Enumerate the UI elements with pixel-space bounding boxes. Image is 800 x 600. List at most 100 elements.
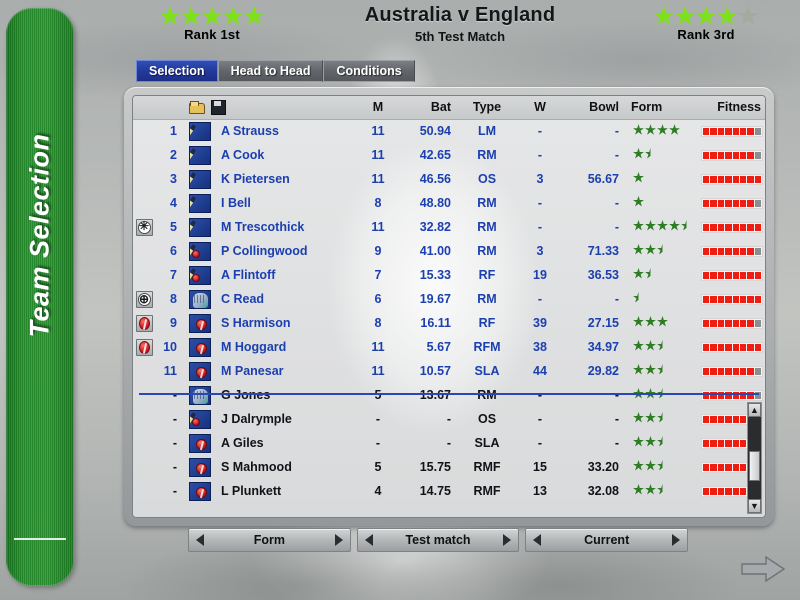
fitness-bar xyxy=(701,317,763,329)
col-bowling-average-header[interactable]: Bowl xyxy=(565,96,627,120)
right-arrow-icon[interactable] xyxy=(740,554,786,584)
table-row[interactable]: 6 P Collingwood 9 41.00 RM 3 71.33 xyxy=(133,239,765,263)
col-batting-average-header[interactable]: Bat xyxy=(399,96,459,120)
fitness-segment xyxy=(754,271,761,279)
fitness-segment xyxy=(725,223,732,231)
player-number: - xyxy=(172,460,177,474)
selector-current-label: Current xyxy=(584,533,630,547)
table-row[interactable]: - L Plunkett 4 14.75 RMF 13 32.08 xyxy=(133,479,765,503)
player-role-icon-bowler[interactable] xyxy=(183,479,217,503)
scroll-up-button[interactable]: ▲ xyxy=(748,403,761,417)
form-star-half xyxy=(657,484,668,495)
player-type: RM xyxy=(477,244,497,258)
fitness-segment xyxy=(717,271,725,279)
table-row[interactable]: - A Giles - - SLA - - xyxy=(133,431,765,455)
fitness-segment xyxy=(732,247,739,255)
fitness-bar xyxy=(701,389,763,401)
col-wickets-header[interactable]: W xyxy=(515,96,565,120)
fitness-bar xyxy=(701,293,763,305)
player-role-icon-bowler[interactable] xyxy=(183,335,217,359)
player-role-icon-allrounder[interactable] xyxy=(183,407,217,431)
player-role-icon-keeper[interactable] xyxy=(183,383,217,407)
scroll-down-button[interactable]: ▼ xyxy=(748,499,761,513)
table-row[interactable]: - S Mahmood 5 15.75 RMF 15 33.20 xyxy=(133,455,765,479)
fitness-segment xyxy=(739,199,747,207)
tab-conditions[interactable]: Conditions xyxy=(323,60,415,82)
form-star-full xyxy=(645,412,656,423)
scrollbar-thumb[interactable] xyxy=(749,451,760,481)
player-role-icon-bowler[interactable] xyxy=(183,359,217,383)
player-matches: 8 xyxy=(374,316,382,330)
table-row[interactable]: 8 C Read 6 19.67 RM - - xyxy=(133,287,765,311)
fitness-segment xyxy=(747,367,754,375)
table-row[interactable]: 5 M Trescothick 11 32.82 RM - - xyxy=(133,215,765,239)
fitness-segment xyxy=(703,127,710,135)
tab-head-to-head[interactable]: Head to Head xyxy=(217,60,324,82)
table-row[interactable]: 10 M Hoggard 11 5.67 RFM 38 34.97 xyxy=(133,335,765,359)
player-form-rating xyxy=(627,143,695,167)
player-role-icon-batsman[interactable] xyxy=(183,167,217,191)
fitness-segment xyxy=(717,175,725,183)
fitness-segment xyxy=(747,151,754,159)
table-row[interactable]: 1 A Strauss 11 50.94 LM - - xyxy=(133,119,765,143)
fitness-segment xyxy=(739,439,747,447)
fitness-bar xyxy=(701,269,763,281)
player-bowling-average: - xyxy=(614,436,619,450)
fitness-segment xyxy=(725,319,732,327)
fitness-segment xyxy=(710,271,717,279)
fitness-segment xyxy=(710,367,717,375)
table-row[interactable]: - G Jones 5 13.67 RM - - xyxy=(133,383,765,407)
home-team-star-filled xyxy=(201,6,223,25)
table-row[interactable]: 7 A Flintoff 7 15.33 RF 19 36.53 xyxy=(133,263,765,287)
selector-form-next-button[interactable] xyxy=(334,534,343,546)
player-role-icon-bowler[interactable] xyxy=(183,311,217,335)
table-row[interactable]: 3 K Pietersen 11 46.56 OS 3 56.67 xyxy=(133,167,765,191)
table-row[interactable]: - J Dalrymple - - OS - - xyxy=(133,407,765,431)
fitness-segment xyxy=(717,199,725,207)
selector-current-next-button[interactable] xyxy=(672,534,681,546)
player-fitness xyxy=(695,167,765,191)
col-form-header[interactable]: Form xyxy=(627,96,695,120)
selector-test-match-prev-button[interactable] xyxy=(364,534,373,546)
player-role-icon-bowler[interactable] xyxy=(183,455,217,479)
col-matches-header[interactable]: M xyxy=(357,96,399,120)
player-role-icon-batsman[interactable] xyxy=(183,119,217,143)
col-type-header[interactable]: Type xyxy=(459,96,515,120)
selector-current-prev-button[interactable] xyxy=(533,534,542,546)
fitness-segment xyxy=(725,487,732,495)
table-row[interactable]: 9 S Harmison 8 16.11 RF 39 27.15 xyxy=(133,311,765,335)
fitness-segment xyxy=(717,367,725,375)
away-team-rank-label: Rank 3rd xyxy=(677,27,735,42)
player-role-icon-allrounder[interactable] xyxy=(183,239,217,263)
selector-test-match-next-button[interactable] xyxy=(503,534,512,546)
player-role-icon-batsman[interactable] xyxy=(183,143,217,167)
floppy-disk-icon[interactable] xyxy=(211,100,226,116)
player-wickets: 38 xyxy=(533,340,547,354)
player-name: A Giles xyxy=(221,436,264,450)
player-role-icon-bowler[interactable] xyxy=(183,431,217,455)
player-role-icon-batsman[interactable] xyxy=(183,191,217,215)
selector-form-prev-button[interactable] xyxy=(196,534,204,546)
player-role-icon-batsman[interactable] xyxy=(183,215,217,239)
fitness-segment xyxy=(754,151,761,159)
fitness-segment xyxy=(739,175,747,183)
form-star-half xyxy=(657,244,668,255)
sidebar-team-selection-tab[interactable]: Team Selection xyxy=(6,8,74,586)
table-row[interactable]: 2 A Cook 11 42.65 RM - - xyxy=(133,143,765,167)
new-ball-bowler-badge-icon xyxy=(133,335,155,359)
table-row[interactable]: 11 M Panesar 11 10.57 SLA 44 29.82 xyxy=(133,359,765,383)
player-role-icon-keeper[interactable] xyxy=(183,287,217,311)
form-star-full xyxy=(645,220,656,231)
table-row[interactable]: 4 I Bell 8 48.80 RM - - xyxy=(133,191,765,215)
player-batting-average: 15.33 xyxy=(419,268,451,282)
reserves-scrollbar[interactable]: ▲ ▼ xyxy=(747,402,762,514)
tab-selection[interactable]: Selection xyxy=(136,60,218,82)
form-star-half xyxy=(657,412,668,423)
player-bowling-average: 34.97 xyxy=(587,340,619,354)
player-role-icon-allrounder[interactable] xyxy=(183,263,217,287)
open-folder-icon[interactable] xyxy=(189,100,205,115)
player-form-rating xyxy=(627,239,695,263)
fitness-segment xyxy=(725,463,732,471)
form-star-half xyxy=(657,460,668,471)
col-fitness-header[interactable]: Fitness xyxy=(695,96,765,120)
